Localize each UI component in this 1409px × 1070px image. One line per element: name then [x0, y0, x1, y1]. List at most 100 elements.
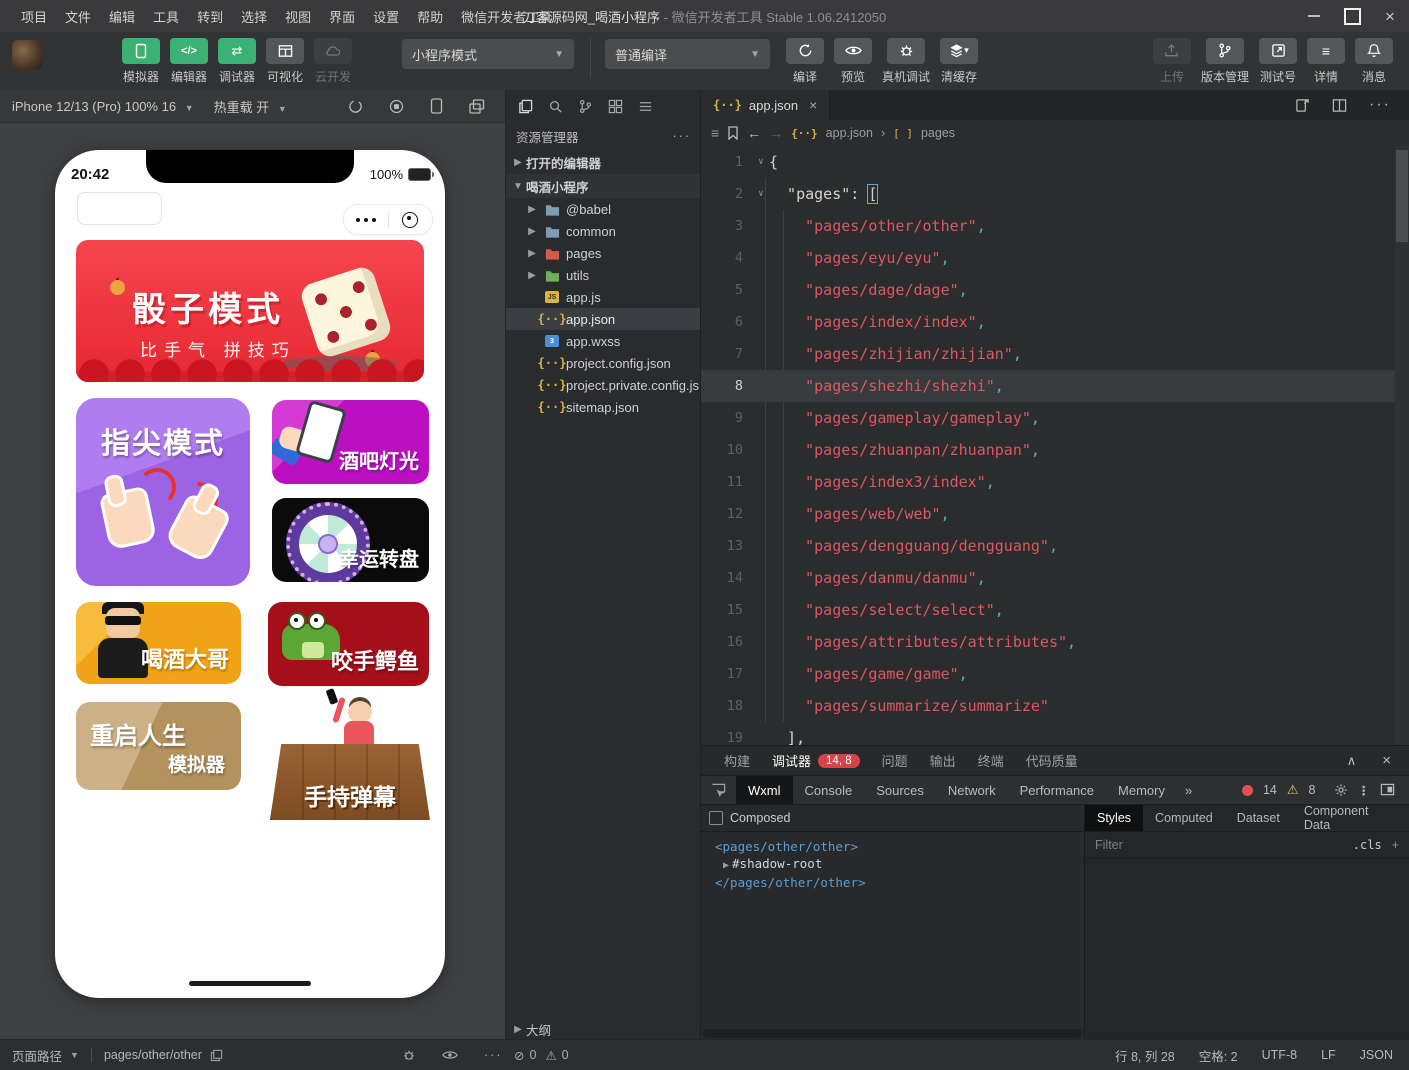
test-account-button[interactable]: 测试号: [1259, 38, 1297, 85]
source-control-icon[interactable]: [578, 99, 593, 114]
code-line-9[interactable]: 9 "pages/gameplay/gameplay",: [701, 402, 1395, 434]
devtools-tab-console[interactable]: Console: [793, 776, 865, 804]
devtools-tab-sources[interactable]: Sources: [864, 776, 936, 804]
visualize-button[interactable]: 可视化: [266, 38, 304, 85]
settings-gear-icon[interactable]: [1334, 783, 1348, 797]
search-icon[interactable]: [548, 99, 563, 114]
code-line-6[interactable]: 6 "pages/index/index",: [701, 306, 1395, 338]
more-actions-icon[interactable]: ···: [484, 1048, 503, 1062]
eye-icon[interactable]: [442, 1049, 458, 1061]
menu-item-5[interactable]: 转到: [188, 7, 232, 26]
exit-icon[interactable]: [389, 212, 433, 228]
language-mode[interactable]: JSON: [1360, 1048, 1393, 1062]
more-actions-icon[interactable]: ···: [673, 129, 692, 143]
device-frame-icon[interactable]: [430, 98, 443, 114]
tile-handheld-danmu[interactable]: 手持弹幕: [270, 695, 430, 820]
tab-app-json[interactable]: {··} app.json ×: [701, 90, 830, 120]
code-line-3[interactable]: 3 "pages/other/other",: [701, 210, 1395, 242]
tile-lucky-wheel[interactable]: 幸运转盘: [272, 498, 429, 582]
upload-button[interactable]: 上传: [1153, 38, 1191, 85]
cursor-position[interactable]: 行 8, 列 28: [1115, 1046, 1175, 1065]
messages-button[interactable]: 消息: [1355, 38, 1393, 85]
code-line-14[interactable]: 14 "pages/danmu/danmu",: [701, 562, 1395, 594]
file-sitemap.json[interactable]: {··}sitemap.json: [506, 396, 701, 418]
code-line-1[interactable]: 1∨{: [701, 146, 1395, 178]
file-@babel[interactable]: ▶@babel: [506, 198, 701, 220]
panel-tab-3[interactable]: 问题: [871, 746, 919, 775]
breadcrumb-file[interactable]: app.json: [826, 126, 873, 140]
tile-drink-bro[interactable]: 喝酒大哥: [76, 602, 241, 684]
split-editor-icon[interactable]: [1332, 98, 1347, 113]
device-select[interactable]: iPhone 12/13 (Pro) 100% 16 ▼: [12, 99, 194, 114]
code-area[interactable]: 1∨{2∨ "pages": [3 "pages/other/other",4 …: [701, 146, 1395, 745]
menu-item-11[interactable]: 微信开发者工具: [452, 7, 561, 26]
tile-crocodile[interactable]: 咬手鳄鱼: [268, 602, 429, 686]
code-line-12[interactable]: 12 "pages/web/web",: [701, 498, 1395, 530]
compile-select[interactable]: 普通编译▼: [605, 39, 770, 69]
file-project.private.config.js...[interactable]: {··}project.private.config.js...: [506, 374, 701, 396]
dom-close-tag[interactable]: </pages/other/other>: [715, 874, 1084, 891]
menu-item-3[interactable]: 编辑: [100, 7, 144, 26]
error-count[interactable]: 14: [1263, 783, 1277, 797]
code-line-16[interactable]: 16 "pages/attributes/attributes",: [701, 626, 1395, 658]
code-line-2[interactable]: 2∨ "pages": [: [701, 178, 1395, 210]
inspect-element-icon[interactable]: [701, 783, 736, 798]
list-icon[interactable]: [638, 99, 653, 114]
menu-item-9[interactable]: 设置: [364, 7, 408, 26]
code-line-7[interactable]: 7 "pages/zhijian/zhijian",: [701, 338, 1395, 370]
devtools-tab-network[interactable]: Network: [936, 776, 1008, 804]
page-path-value[interactable]: pages/other/other: [104, 1048, 202, 1062]
collapse-panel-icon[interactable]: ∧: [1347, 753, 1357, 769]
menu-item-7[interactable]: 视图: [276, 7, 320, 26]
rotate-icon[interactable]: [348, 99, 363, 114]
file-utils[interactable]: ▶utils: [506, 264, 701, 286]
code-line-18[interactable]: 18 "pages/summarize/summarize": [701, 690, 1395, 722]
outline-section[interactable]: ▶ 大纲: [506, 1018, 701, 1040]
style-tab-component-data[interactable]: Component Data: [1292, 805, 1409, 831]
composed-toggle[interactable]: Composed: [701, 805, 1084, 832]
miniprogram-capsule[interactable]: [343, 204, 433, 235]
code-line-13[interactable]: 13 "pages/dengguang/dengguang",: [701, 530, 1395, 562]
code-line-15[interactable]: 15 "pages/select/select",: [701, 594, 1395, 626]
panel-tab-4[interactable]: 输出: [919, 746, 967, 775]
devtools-tab-memory[interactable]: Memory: [1106, 776, 1177, 804]
dice-mode-banner[interactable]: 骰子模式 比手气 拼技巧: [76, 240, 424, 382]
phone-preview[interactable]: 20:42 100% 骰子模式 比手气 拼技巧 指尖模式: [55, 150, 445, 998]
toggle-class-button[interactable]: .cls: [1353, 838, 1382, 852]
warning-count[interactable]: 8: [1309, 783, 1316, 797]
eol[interactable]: LF: [1321, 1048, 1336, 1062]
more-icon[interactable]: [344, 218, 388, 222]
device-debug-button[interactable]: 真机调试: [882, 38, 930, 85]
kebab-menu-icon[interactable]: ⋮: [1358, 783, 1371, 798]
list-icon[interactable]: ≡: [711, 125, 719, 141]
debugger-toggle-button[interactable]: ⇄调试器: [218, 38, 256, 85]
more-tabs-icon[interactable]: »: [1177, 783, 1200, 798]
version-control-button[interactable]: 版本管理: [1201, 38, 1249, 85]
avatar[interactable]: [12, 40, 42, 70]
close-panel-icon[interactable]: ×: [1382, 752, 1391, 769]
filter-input[interactable]: Filter: [1095, 838, 1123, 852]
file-pages[interactable]: ▶pages: [506, 242, 701, 264]
dock-window-icon[interactable]: [1380, 783, 1395, 797]
compile-button[interactable]: 编译: [786, 38, 824, 85]
more-actions-icon[interactable]: ···: [1369, 96, 1391, 114]
detach-window-icon[interactable]: [469, 99, 485, 114]
panel-tab-6[interactable]: 代码质量: [1015, 746, 1089, 775]
simulator-button[interactable]: 模拟器: [122, 38, 160, 85]
extensions-icon[interactable]: [608, 99, 623, 114]
code-line-4[interactable]: 4 "pages/eyu/eyu",: [701, 242, 1395, 274]
menu-item-1[interactable]: 项目: [12, 7, 56, 26]
debug-icon[interactable]: [402, 1048, 416, 1062]
code-line-8[interactable]: 8 "pages/shezhi/shezhi",: [701, 370, 1395, 402]
panel-tab-1[interactable]: 构建: [713, 746, 761, 775]
back-icon[interactable]: ←: [747, 125, 761, 141]
menu-item-6[interactable]: 选择: [232, 7, 276, 26]
code-line-17[interactable]: 17 "pages/game/game",: [701, 658, 1395, 690]
files-icon[interactable]: [518, 99, 533, 114]
hot-reload-toggle[interactable]: 热重载 开 ▼: [214, 97, 287, 116]
details-button[interactable]: ≡详情: [1307, 38, 1345, 85]
code-line-19[interactable]: 19 ],: [701, 722, 1395, 745]
panel-tab-5[interactable]: 终端: [967, 746, 1015, 775]
breadcrumb-node[interactable]: pages: [921, 126, 955, 140]
file-app.wxss[interactable]: 3app.wxss: [506, 330, 701, 352]
